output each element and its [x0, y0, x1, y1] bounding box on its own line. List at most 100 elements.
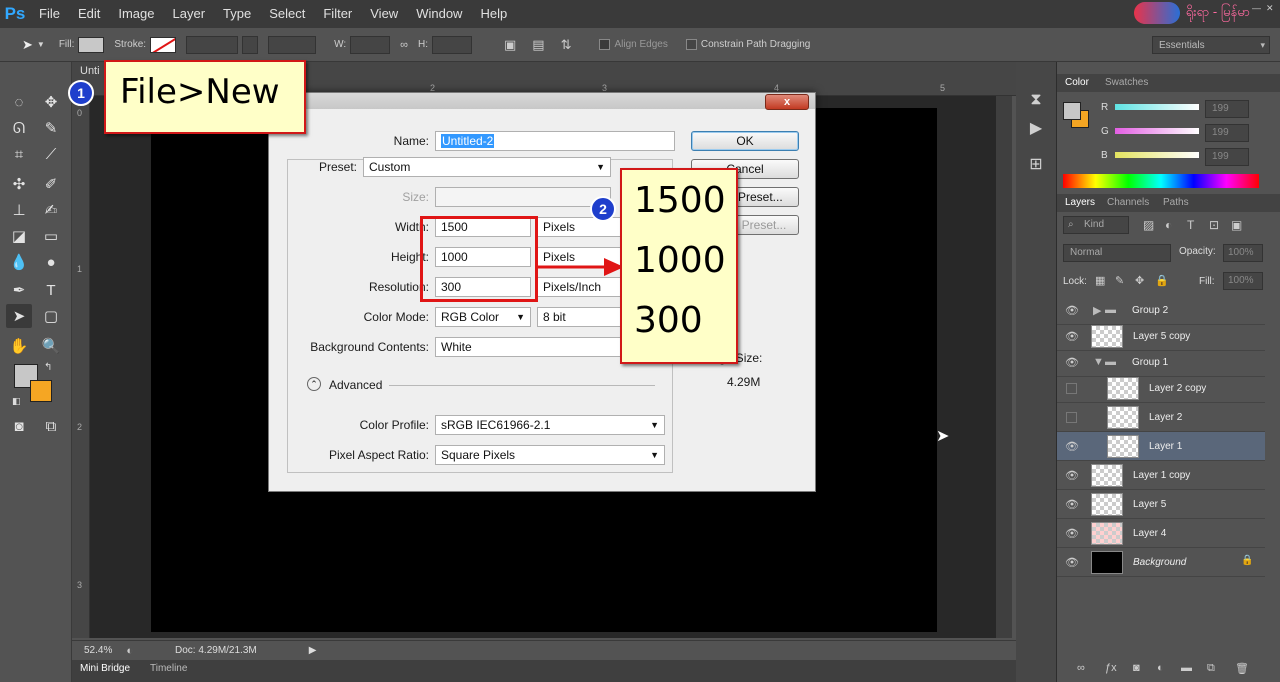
tab-paths[interactable]: Paths — [1163, 197, 1189, 208]
eye-icon[interactable]: 👁 — [1065, 527, 1079, 540]
width-field[interactable] — [350, 35, 391, 54]
b-slider[interactable] — [1115, 152, 1199, 158]
new-group-icon[interactable]: ▬ — [1181, 662, 1192, 674]
color-fg-swatch[interactable] — [1063, 102, 1081, 120]
eye-icon[interactable]: 👁 — [1065, 304, 1079, 317]
menu-layer[interactable]: Layer — [164, 0, 215, 28]
eye-icon[interactable]: 👁 — [1065, 498, 1079, 511]
g-value[interactable]: 199 — [1205, 124, 1249, 142]
menu-view[interactable]: View — [361, 0, 407, 28]
r-value[interactable]: 199 — [1205, 100, 1249, 118]
b-value[interactable]: 199 — [1205, 148, 1249, 166]
blend-mode-dropdown[interactable]: Normal — [1063, 244, 1171, 262]
link-icon[interactable]: ∞ — [400, 39, 408, 51]
zoom-tool-icon[interactable]: 🔍 — [38, 334, 64, 358]
vertical-scrollbar[interactable] — [996, 96, 1012, 638]
crop-tool-icon[interactable]: ⌗ — [6, 142, 32, 166]
gradient-tool-icon[interactable]: ▭ — [38, 224, 64, 248]
menu-select[interactable]: Select — [260, 0, 314, 28]
healing-brush-icon[interactable]: ✣ — [6, 172, 32, 196]
type-tool-icon[interactable]: T — [38, 278, 64, 302]
layer-row[interactable]: Layer 2 copy — [1057, 374, 1265, 403]
layer-row[interactable]: 👁 Background 🔒 — [1057, 548, 1265, 577]
close-window-icon[interactable]: ✕ — [1266, 3, 1278, 13]
status-menu-arrow-icon[interactable]: ▶ — [309, 645, 317, 656]
path-operations-icon[interactable]: ▣ — [504, 37, 516, 53]
adjustment-layer-icon[interactable]: ◐ — [1157, 662, 1164, 674]
properties-panel-icon[interactable]: ⊞ — [1024, 152, 1048, 176]
menu-file[interactable]: File — [30, 0, 69, 28]
bit-depth-dropdown[interactable]: 8 bit — [537, 307, 621, 327]
stroke-swatch[interactable] — [150, 36, 177, 53]
filter-smart-icon[interactable]: ▣ — [1231, 218, 1242, 232]
link-layers-icon[interactable]: ∞ — [1077, 662, 1085, 674]
document-tab[interactable]: Unti — [80, 65, 100, 77]
menu-filter[interactable]: Filter — [314, 0, 361, 28]
lock-all-icon[interactable]: 🔒 — [1155, 274, 1169, 287]
pen-tool-icon[interactable]: ✒ — [6, 278, 32, 302]
eye-icon[interactable]: 👁 — [1065, 440, 1079, 453]
align-edges-checkbox[interactable] — [599, 39, 611, 50]
stroke-width-dropdown[interactable] — [242, 35, 259, 54]
visibility-off-box[interactable] — [1066, 412, 1077, 423]
pixel-aspect-dropdown[interactable]: Square Pixels ▼ — [435, 445, 665, 465]
blur-tool-icon[interactable]: 💧 — [6, 250, 32, 274]
lock-position-icon[interactable]: ✥ — [1135, 274, 1144, 287]
layer-row[interactable]: 👁 Layer 5 — [1057, 490, 1265, 519]
layer-row-selected[interactable]: 👁 Layer 1 — [1057, 432, 1265, 461]
tool-preset-picker[interactable]: ➤ ▼ — [22, 37, 45, 53]
hand-tool-icon[interactable]: ✋ — [6, 334, 32, 358]
trash-icon[interactable]: 🗑 — [1235, 662, 1249, 675]
filter-pixel-icon[interactable]: ▨ — [1143, 218, 1154, 232]
tab-swatches[interactable]: Swatches — [1105, 77, 1148, 88]
fill-swatch[interactable] — [78, 36, 105, 53]
color-profile-dropdown[interactable]: sRGB IEC61966-2.1 ▼ — [435, 415, 665, 435]
add-mask-icon[interactable]: ◙ — [1133, 662, 1140, 674]
screen-mode-icon[interactable]: ⧉ — [38, 414, 64, 438]
minimize-icon[interactable]: — — [1252, 3, 1264, 13]
dodge-tool-icon[interactable]: ● — [38, 250, 64, 274]
zoom-level[interactable]: 52.4% — [84, 645, 112, 656]
marquee-tool-icon[interactable]: ◌ — [6, 90, 32, 114]
r-slider[interactable] — [1115, 104, 1199, 110]
path-selection-tool-icon[interactable]: ➤ — [6, 304, 32, 328]
eyedropper-icon[interactable]: ⟋ — [38, 142, 64, 166]
shape-tool-icon[interactable]: ▢ — [38, 304, 64, 328]
workspace-dropdown[interactable]: Essentials ▾ — [1152, 36, 1270, 54]
filter-shape-icon[interactable]: ⊡ — [1209, 218, 1219, 232]
quick-select-icon[interactable]: ✎ — [38, 116, 64, 140]
name-input[interactable]: Untitled-2 — [435, 131, 675, 151]
fx-icon[interactable]: ƒx — [1105, 662, 1117, 674]
tab-timeline[interactable]: Timeline — [150, 663, 187, 674]
actions-panel-icon[interactable]: ▶ — [1024, 116, 1048, 140]
history-brush-icon[interactable]: ✍ — [38, 198, 64, 222]
menu-window[interactable]: Window — [407, 0, 471, 28]
preset-dropdown[interactable]: Custom ▼ — [363, 157, 611, 177]
size-dropdown[interactable] — [435, 187, 611, 207]
path-arrangement-icon[interactable]: ⇅ — [561, 37, 572, 53]
tab-mini-bridge[interactable]: Mini Bridge — [80, 663, 130, 674]
eraser-tool-icon[interactable]: ◪ — [6, 224, 32, 248]
constrain-checkbox[interactable] — [685, 39, 697, 50]
layer-filter-kind[interactable]: ⌕ Kind — [1063, 216, 1129, 234]
eye-icon[interactable]: 👁 — [1065, 330, 1079, 343]
height-field[interactable] — [431, 35, 472, 54]
layer-row[interactable]: 👁 Layer 4 — [1057, 519, 1265, 548]
dialog-close-button[interactable]: x — [765, 94, 809, 110]
eye-icon[interactable]: 👁 — [1065, 356, 1079, 369]
layer-row[interactable]: 👁 Layer 1 copy — [1057, 461, 1265, 490]
filter-adjustment-icon[interactable]: ◐ — [1165, 218, 1172, 232]
tab-channels[interactable]: Channels — [1107, 197, 1149, 208]
g-slider[interactable] — [1115, 128, 1199, 134]
opacity-field[interactable]: 100% — [1223, 244, 1263, 262]
stroke-width-field[interactable] — [186, 35, 239, 54]
new-layer-icon[interactable]: ⧉ — [1207, 662, 1215, 675]
move-tool-icon[interactable]: ✥ — [38, 90, 64, 114]
layer-row[interactable]: Layer 2 — [1057, 403, 1265, 432]
layer-row[interactable]: 👁 ▼ ▬ Group 1 — [1057, 348, 1265, 377]
layer-row[interactable]: 👁 ▶ ▬ Group 2 — [1057, 296, 1265, 325]
swap-colors-icon[interactable]: ↰ — [44, 362, 52, 373]
lasso-tool-icon[interactable]: ᘏ — [6, 116, 32, 140]
color-spectrum[interactable] — [1063, 174, 1259, 188]
advanced-label[interactable]: Advanced — [329, 378, 382, 392]
